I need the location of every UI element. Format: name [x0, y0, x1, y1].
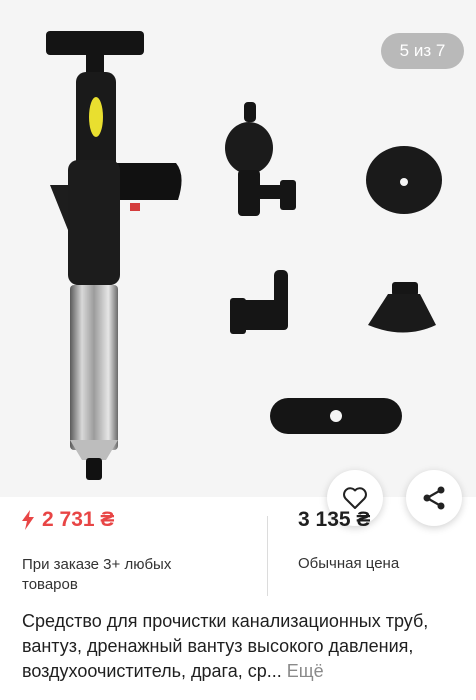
product-photo[interactable] [0, 0, 476, 497]
promo-price-note: При заказе 3+ любых товаров [22, 556, 172, 593]
promo-price: 2 731 ₴ [22, 508, 114, 532]
product-description: Средство для прочистки канализационных т… [22, 609, 462, 684]
promo-price-value: 2 731 ₴ [42, 508, 115, 531]
product-description-text: Средство для прочистки канализационных т… [22, 611, 429, 681]
regular-price: 3 135 ₴ [298, 508, 371, 531]
heart-icon [343, 487, 367, 509]
image-counter-badge: 5 из 7 [381, 33, 464, 69]
price-divider [267, 516, 268, 596]
price-section: 2 731 ₴ При заказе 3+ любых товаров 3 13… [0, 508, 476, 598]
lightning-icon [22, 510, 34, 530]
product-image-gallery[interactable]: 5 из 7 [0, 0, 476, 497]
show-more-link[interactable]: Ещё [287, 661, 324, 681]
regular-price-note: Обычная цена [298, 555, 400, 572]
